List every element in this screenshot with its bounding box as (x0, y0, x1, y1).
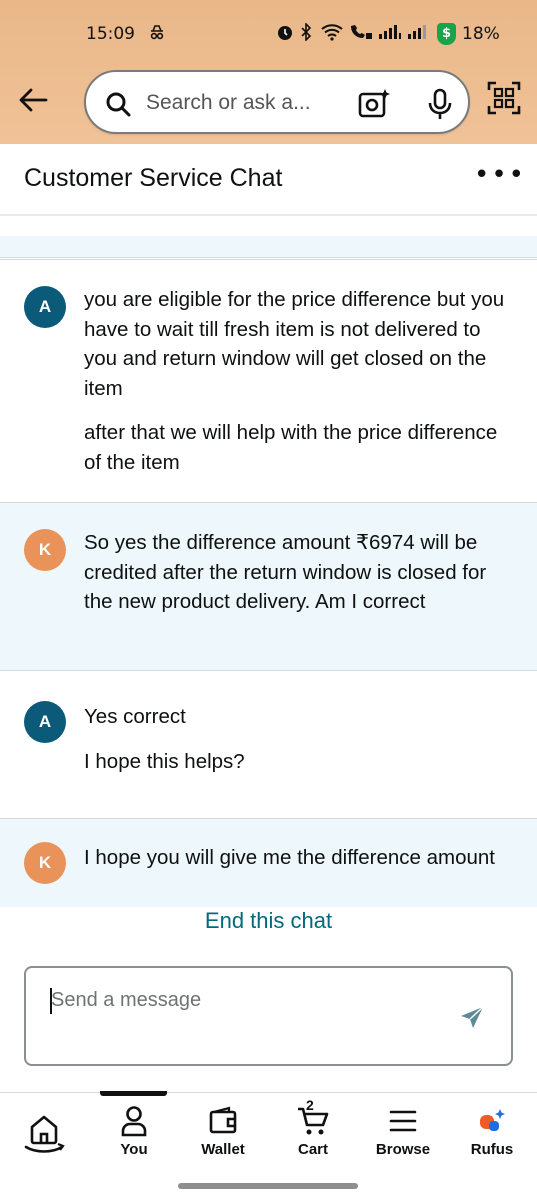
agent-avatar: A (24, 701, 66, 743)
wallet-icon (209, 1106, 237, 1134)
end-chat-link[interactable]: End this chat (0, 908, 537, 934)
microphone-icon[interactable] (424, 86, 456, 126)
chat-message-agent: A you are eligible for the price differe… (0, 259, 537, 502)
gesture-home-bar[interactable] (178, 1183, 358, 1189)
home-icon (24, 1115, 65, 1153)
battery-level: 18% (462, 24, 500, 44)
rufus-icon (480, 1109, 505, 1131)
page-title: Customer Service Chat (24, 164, 283, 192)
nav-wallet[interactable]: Wallet (183, 1105, 263, 1158)
message-text: you are eligible for the price differenc… (84, 285, 514, 477)
customer-avatar: K (24, 842, 66, 884)
wifi-icon (320, 23, 344, 45)
nav-rufus[interactable]: Rufus (452, 1105, 532, 1158)
message-text: I hope you will give me the difference a… (84, 843, 514, 873)
more-options-icon[interactable]: ••• (474, 160, 526, 190)
chat-message-customer: K So yes the difference amount ₹6974 wil… (0, 502, 537, 670)
send-icon[interactable] (458, 1004, 486, 1036)
status-time: 15:09 (86, 24, 135, 44)
app-header: 15:09 $ 18% Search or ask a... (0, 0, 537, 144)
signal-2-icon (406, 23, 430, 45)
message-input[interactable]: Send a message (51, 989, 201, 1012)
message-paragraph: Yes correct (84, 705, 186, 728)
message-paragraph: I hope you will give me the difference a… (84, 846, 496, 869)
chat-history-edge (0, 236, 537, 258)
status-bar: 15:09 $ 18% (0, 0, 537, 66)
message-text: Yes correct I hope this helps? (84, 702, 514, 776)
security-shield-icon: $ (437, 23, 456, 45)
customer-avatar: K (24, 529, 66, 571)
nav-you[interactable]: You (94, 1105, 174, 1158)
wifi-calling-icon (347, 23, 373, 45)
agent-avatar: A (24, 286, 66, 328)
chat-title-bar: Customer Service Chat ••• (0, 144, 537, 216)
signal-icon (377, 23, 403, 45)
nav-cart-label: Cart (297, 1141, 328, 1158)
person-icon (121, 1106, 147, 1137)
incognito-icon (148, 23, 166, 45)
message-composer[interactable]: Send a message (24, 966, 513, 1066)
message-paragraph: I hope this helps? (84, 749, 245, 773)
message-paragraph: you are eligible for the price differenc… (84, 288, 505, 400)
nav-you-label: You (120, 1141, 148, 1158)
message-paragraph: after that we will help with the price d… (84, 421, 498, 474)
menu-icon (389, 1110, 417, 1132)
bluetooth-icon (299, 22, 313, 45)
cart-count-badge: 2 (306, 1097, 314, 1113)
chat-message-agent: A Yes correct I hope this helps? (0, 670, 537, 818)
message-paragraph: So yes the difference amount ₹6974 will … (84, 531, 487, 613)
nav-home[interactable] (4, 1105, 84, 1157)
search-input[interactable]: Search or ask a... (146, 91, 311, 115)
nav-rufus-label: Rufus (470, 1141, 514, 1158)
back-arrow-icon[interactable] (16, 82, 52, 118)
nav-browse-label: Browse (375, 1141, 431, 1158)
camera-lens-icon[interactable] (356, 86, 392, 126)
search-icon (104, 90, 132, 122)
nav-browse[interactable]: Browse (363, 1105, 443, 1158)
chat-message-customer: K I hope you will give me the difference… (0, 818, 537, 907)
bottom-navigation: You Wallet 2 Cart Browse Rufus (0, 1091, 537, 1176)
nav-cart[interactable]: 2 Cart (273, 1097, 353, 1158)
alarm-icon (276, 23, 294, 45)
nav-wallet-label: Wallet (201, 1141, 245, 1158)
active-tab-indicator (100, 1091, 167, 1096)
message-text: So yes the difference amount ₹6974 will … (84, 528, 514, 617)
search-bar[interactable]: Search or ask a... (84, 70, 470, 134)
barcode-scanner-icon[interactable] (486, 80, 522, 120)
